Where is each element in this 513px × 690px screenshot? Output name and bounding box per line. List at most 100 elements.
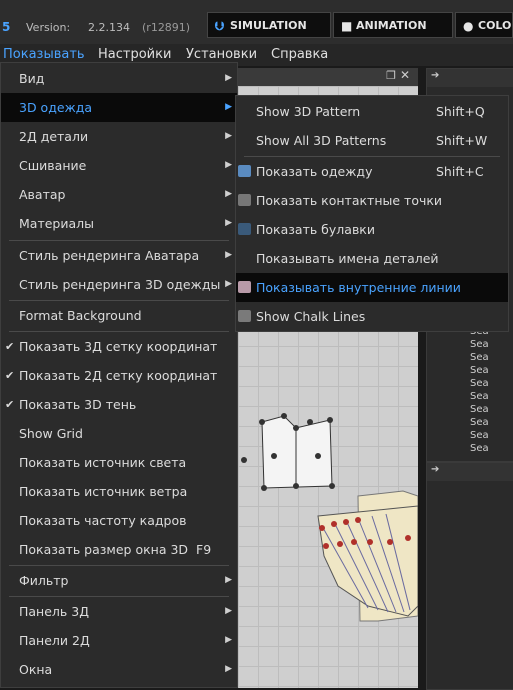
submenu-arrow-icon: ▶ xyxy=(225,664,232,674)
shortcut-label: Shift+Q xyxy=(436,104,485,119)
menu-item-label: Сшивание xyxy=(19,158,87,173)
menu-show[interactable]: Показывать xyxy=(3,47,85,62)
menu-item-windows[interactable]: Окна ▶ xyxy=(1,655,237,684)
inner-lines-icon xyxy=(238,281,251,293)
menu-item-label: Show All 3D Patterns xyxy=(256,133,387,148)
menu-item-filter[interactable]: Фильтр ▶ xyxy=(1,566,237,595)
submenu-item-show-pins[interactable]: Показать булавки xyxy=(236,215,508,244)
chevrons-down-icon: ⮋ xyxy=(215,19,225,33)
simulation-mode-tab[interactable]: ⮋ SIMULATION xyxy=(207,12,331,38)
menu-item-materials[interactable]: Материалы ▶ xyxy=(1,209,237,238)
menu-help[interactable]: Справка xyxy=(271,47,328,62)
menu-item-label: Окна xyxy=(19,662,53,677)
menu-item-label: Показать одежду xyxy=(256,164,373,179)
shortcut-label: Shift+W xyxy=(436,133,488,148)
submenu-item-show-contact-points[interactable]: Показать контактные точки xyxy=(236,186,508,215)
submenu-item-show-inner-lines[interactable]: Показывать внутренние линии xyxy=(236,273,508,302)
menu-item-show-wind-source[interactable]: Показать источник ветра xyxy=(1,477,237,506)
menu-item-label: Панели 2Д xyxy=(19,633,90,648)
menu-preferences[interactable]: Установки xyxy=(186,47,257,62)
submenu-item-show-chalk-lines[interactable]: Show Chalk Lines xyxy=(236,302,508,331)
palette-icon: ● xyxy=(463,19,474,33)
show-dropdown-menu: Вид ▶ 3D одежда ▶ 2Д детали ▶ Сшивание ▶ Ава… xyxy=(0,62,238,688)
build-number: (r12891) xyxy=(142,21,191,34)
tree-item[interactable]: Sea xyxy=(470,378,513,391)
menu-item-label: Стиль рендеринга Аватара xyxy=(19,248,200,263)
color-mode-tab[interactable]: ● COLO xyxy=(455,12,513,38)
shortcut-label: F9 xyxy=(196,542,212,557)
maximize-icon[interactable]: ❐ xyxy=(386,69,396,82)
property-panel: ➔ xyxy=(426,462,513,690)
menu-item-label: Show Chalk Lines xyxy=(256,309,366,324)
checkmark-icon: ✔ xyxy=(5,369,15,382)
menu-item-avatar-render-style[interactable]: Стиль рендеринга Аватара ▶ xyxy=(1,241,237,270)
shirt-icon xyxy=(238,165,251,177)
top-bar: 5 Version: 2.2.134 (r12891) ⮋ SIMULATION… xyxy=(0,0,513,44)
contact-points-icon xyxy=(238,194,251,206)
submenu-arrow-icon: ▶ xyxy=(225,73,232,83)
tree-item[interactable]: Sea xyxy=(470,443,513,456)
pin-icon xyxy=(238,223,251,235)
menu-item-label: Показать 3Д сетку координат xyxy=(19,339,218,354)
shortcut-label: Shift+C xyxy=(436,164,484,179)
tree-item[interactable]: Sea xyxy=(470,404,513,417)
checkmark-icon: ✔ xyxy=(5,398,15,411)
submenu-arrow-icon: ▶ xyxy=(225,160,232,170)
submenu-item-show-all-3d-patterns[interactable]: Show All 3D Patterns Shift+W xyxy=(236,126,508,155)
submenu-arrow-icon: ▶ xyxy=(225,189,232,199)
menu-item-label: Аватар xyxy=(19,187,66,202)
submenu-arrow-icon: ▶ xyxy=(225,279,232,289)
expand-arrow-icon[interactable]: ➔ xyxy=(431,70,439,81)
menu-item-2d-pieces[interactable]: 2Д детали ▶ xyxy=(1,122,237,151)
menu-item-label: Материалы xyxy=(19,216,94,231)
submenu-item-show-piece-names[interactable]: Показывать имена деталей xyxy=(236,244,508,273)
menu-settings[interactable]: Настройки xyxy=(98,47,171,62)
menu-item-view[interactable]: Вид ▶ xyxy=(1,64,237,93)
menu-item-garment-render-style[interactable]: Стиль рендеринга 3D одежды ▶ xyxy=(1,270,237,299)
close-icon[interactable]: ✕ xyxy=(400,68,410,82)
submenu-item-show-3d-pattern[interactable]: Show 3D Pattern Shift+Q xyxy=(236,97,508,126)
menu-item-label: Show 3D Pattern xyxy=(256,104,361,119)
tree-item[interactable]: Sea xyxy=(470,391,513,404)
menu-item-show-3d-grid[interactable]: ✔ Показать 3Д сетку координат xyxy=(1,332,237,361)
menu-item-format-background[interactable]: Format Background xyxy=(1,301,237,330)
menu-item-label: Панель 3Д xyxy=(19,604,89,619)
submenu-arrow-icon: ▶ xyxy=(225,606,232,616)
menu-item-avatar[interactable]: Аватар ▶ xyxy=(1,180,237,209)
tree-item[interactable]: Sea xyxy=(470,430,513,443)
menu-item-label: Показывать имена деталей xyxy=(256,251,439,266)
menu-item-2d-panels[interactable]: Панели 2Д ▶ xyxy=(1,626,237,655)
expand-arrow-icon[interactable]: ➔ xyxy=(431,464,439,475)
menu-item-3d-garment[interactable]: 3D одежда ▶ xyxy=(1,93,237,122)
menu-item-show-3d-window-size[interactable]: Показать размер окна 3D F9 xyxy=(1,535,237,564)
animation-label: ANIMATION xyxy=(356,19,427,32)
tree-item[interactable]: Sea xyxy=(470,352,513,365)
tree-item[interactable]: Sea xyxy=(470,339,513,352)
checkmark-icon: ✔ xyxy=(5,340,15,353)
animation-mode-tab[interactable]: ■ ANIMATION xyxy=(333,12,453,38)
menu-item-label: Показать булавки xyxy=(256,222,375,237)
app-logo: 5 xyxy=(2,20,11,34)
menu-item-3d-panel[interactable]: Панель 3Д ▶ xyxy=(1,597,237,626)
submenu-item-show-garment[interactable]: Показать одежду Shift+C xyxy=(236,157,508,186)
menu-item-label: Показать источник света xyxy=(19,455,187,470)
menu-item-show-3d-shadow[interactable]: ✔ Показать 3D тень xyxy=(1,390,237,419)
submenu-arrow-icon: ▶ xyxy=(225,635,232,645)
menu-item-label: Показывать внутренние линии xyxy=(256,280,461,295)
menu-item-show-grid[interactable]: Show Grid xyxy=(1,419,237,448)
menu-item-label: Стиль рендеринга 3D одежды xyxy=(19,277,221,292)
tree-item[interactable]: Sea xyxy=(470,365,513,378)
object-tree: Sea Sea Sea Sea Sea Sea Sea Sea Sea Sea xyxy=(470,326,513,460)
menu-item-sewing[interactable]: Сшивание ▶ xyxy=(1,151,237,180)
menu-item-label: Показать контактные точки xyxy=(256,193,443,208)
menu-item-label: 2Д детали xyxy=(19,129,89,144)
color-label: COLO xyxy=(478,19,512,32)
tree-item[interactable]: Sea xyxy=(470,417,513,430)
menu-item-show-frame-rate[interactable]: Показать частоту кадров xyxy=(1,506,237,535)
property-panel-header: ➔ xyxy=(427,463,513,481)
menu-item-show-2d-grid[interactable]: ✔ Показать 2Д сетку координат xyxy=(1,361,237,390)
menu-item-label: 3D одежда xyxy=(19,100,93,115)
viewport-header: ❐ ✕ xyxy=(238,68,418,86)
menu-item-show-light-source[interactable]: Показать источник света xyxy=(1,448,237,477)
menu-item-label: Показать размер окна 3D xyxy=(19,542,189,557)
